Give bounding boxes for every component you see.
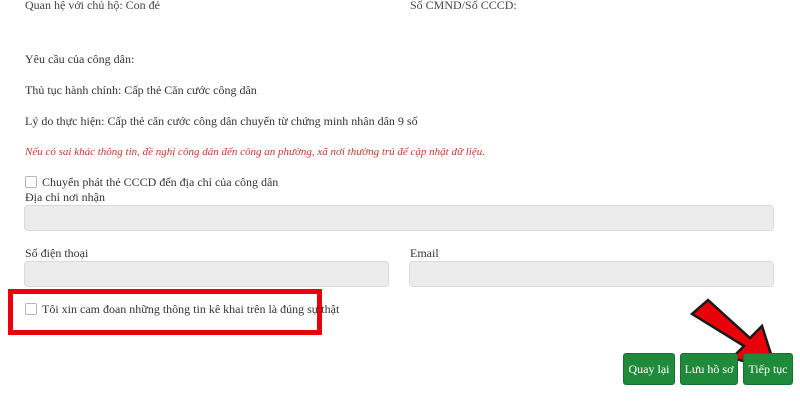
save-button[interactable]: Lưu hồ sơ [680, 353, 738, 385]
warning-text: Nếu có sai khác thông tin, đề nghị công … [25, 146, 485, 158]
back-button[interactable]: Quay lại [623, 353, 675, 385]
address-input[interactable] [24, 205, 774, 231]
phone-input[interactable] [24, 261, 389, 287]
procedure-text: Thủ tục hành chính: Cấp thẻ Căn cước côn… [25, 83, 257, 97]
address-label: Địa chỉ nơi nhận [25, 190, 105, 204]
commitment-checkbox-label: Tôi xin cam đoan những thông tin kê khai… [42, 302, 340, 316]
next-button[interactable]: Tiếp tục [743, 353, 793, 385]
relation-label: Quan hệ với chủ hộ: Con đẻ [25, 0, 160, 12]
email-input[interactable] [409, 261, 774, 287]
email-label: Email [410, 246, 439, 260]
request-heading: Yêu cầu của công dân: [25, 52, 135, 66]
delivery-checkbox-label: Chuyển phát thẻ CCCD đến địa chỉ của côn… [42, 175, 279, 189]
delivery-checkbox[interactable] [25, 176, 37, 188]
phone-label: Số điện thoại [25, 246, 89, 260]
reason-text: Lý do thực hiện: Cấp thẻ căn cước công d… [25, 114, 418, 128]
id-number-label: Số CMND/Số CCCD: [410, 0, 517, 12]
commitment-checkbox[interactable] [25, 303, 37, 315]
